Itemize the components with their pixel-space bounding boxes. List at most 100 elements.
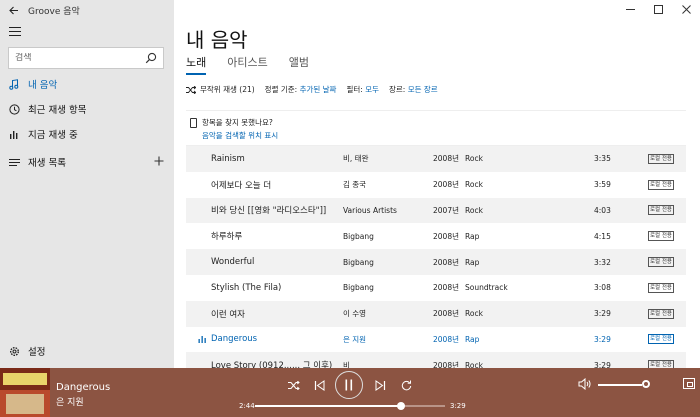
filter-dropdown[interactable]: 필터: 모두: [346, 84, 379, 95]
sidebar-item-recent[interactable]: 최근 재생 항목: [0, 97, 174, 121]
song-row[interactable]: 하루하루 Bigbang 2008년 Rap 4:15 로컬 전용: [186, 223, 686, 249]
mini-player-button[interactable]: [683, 378, 695, 389]
sidebar-item-now-playing[interactable]: 지금 재생 중: [0, 122, 174, 146]
song-artist: 이 수영: [343, 309, 367, 319]
repeat-icon: [401, 380, 411, 390]
song-artist: 비, 태완: [343, 154, 369, 164]
song-year: 2008년: [433, 283, 459, 293]
song-artist: 은 지원: [343, 334, 367, 344]
local-only-badge: 로컬 전용: [648, 231, 674, 242]
song-title: Stylish (The Fila): [211, 282, 282, 293]
sidebar-item-my-music[interactable]: 내 음악: [0, 72, 174, 96]
song-artist: Bigbang: [343, 283, 374, 293]
shuffle-icon: [288, 380, 300, 390]
shuffle-button[interactable]: [285, 377, 303, 393]
search-box[interactable]: [8, 47, 164, 69]
song-artist: Various Artists: [343, 205, 397, 215]
song-row[interactable]: Stylish (The Fila) Bigbang 2008년 Soundtrack…: [186, 275, 686, 301]
genre-label: 장르:: [389, 85, 406, 94]
filter-label: 필터:: [346, 85, 363, 94]
player-bar: Dangerous 은 지원 2:44 3:29: [0, 368, 700, 417]
notice-title: 항목을 찾지 못했나요?: [202, 118, 273, 127]
page-title: 내 음악: [186, 28, 248, 52]
sort-value: 추가된 날짜: [299, 85, 337, 94]
search-icon[interactable]: [145, 52, 157, 64]
sidebar-item-label: 최근 재생 항목: [28, 105, 87, 116]
song-row[interactable]: Rainism 비, 태완 2008년 Rock 3:35 로컬 전용: [186, 146, 686, 172]
settings-button[interactable]: 설정: [0, 340, 174, 362]
local-only-badge: 로컬 전용: [648, 308, 674, 319]
genre-dropdown[interactable]: 장르: 모든 장르: [389, 84, 438, 95]
maximize-button[interactable]: [644, 0, 672, 18]
music-note-icon: [0, 78, 28, 90]
album-art[interactable]: [0, 368, 50, 417]
song-artist: 김 종국: [343, 180, 367, 190]
list-icon: [0, 158, 28, 167]
sidebar-item-label: 내 음악: [28, 80, 58, 91]
choose-music-folders-link[interactable]: 음악을 검색할 위치 표시: [202, 130, 278, 141]
local-only-badge: 로컬 전용: [648, 257, 674, 268]
tab-artists[interactable]: 아티스트: [227, 54, 267, 73]
pause-button[interactable]: [335, 371, 363, 399]
song-duration: 4:15: [594, 231, 611, 241]
song-genre: Rap: [465, 231, 480, 241]
filter-bar: 무작위 재생 (21) 정렬 기준: 추가된 날짜 필터: 모두 장르: 모든 …: [186, 84, 448, 95]
song-year: 2008년: [433, 231, 459, 241]
hamburger-menu-button[interactable]: [9, 27, 21, 37]
song-title: 비와 당신 [[영화 "라디오스타"]]: [211, 206, 327, 217]
song-title: 하루하루: [211, 232, 243, 243]
sidebar-item-playlists[interactable]: 재생 목록: [0, 150, 174, 174]
song-duration: 4:03: [594, 205, 611, 215]
sort-dropdown[interactable]: 정렬 기준: 추가된 날짜: [265, 84, 337, 95]
close-icon: [681, 4, 691, 14]
song-duration: 3:29: [594, 334, 611, 344]
search-input[interactable]: [9, 53, 139, 63]
song-year: 2008년: [433, 309, 459, 319]
song-list: Rainism 비, 태완 2008년 Rock 3:35 로컬 전용어제보다 오늘 더 김…: [186, 146, 686, 379]
seek-bar-thumb[interactable]: [397, 402, 406, 410]
next-button[interactable]: [371, 377, 389, 393]
song-year: 2008년: [433, 334, 459, 344]
local-only-badge: 로컬 전용: [648, 334, 674, 345]
shuffle-all-button[interactable]: 무작위 재생 (21): [186, 84, 255, 95]
song-genre: Rock: [465, 205, 483, 215]
add-playlist-button[interactable]: [154, 154, 164, 170]
tab-bar: 노래 아티스트 앨범: [186, 54, 330, 75]
song-row[interactable]: 어제보다 오늘 더 김 종국 2008년 Rock 3:59 로컬 전용: [186, 172, 686, 198]
sort-label: 정렬 기준:: [264, 85, 298, 94]
local-only-badge: 로컬 전용: [648, 205, 674, 216]
song-duration: 3:35: [594, 154, 611, 164]
phone-icon: [190, 118, 197, 128]
gear-icon: [0, 346, 28, 357]
volume-slider[interactable]: [598, 384, 642, 386]
repeat-button[interactable]: [397, 377, 415, 393]
previous-button[interactable]: [310, 377, 328, 393]
song-genre: Rock: [465, 180, 483, 190]
tab-songs[interactable]: 노래: [186, 54, 207, 75]
back-button[interactable]: [0, 0, 28, 20]
song-duration: 3:08: [594, 283, 611, 293]
song-row[interactable]: 이런 여자 이 수영 2008년 Rock 3:29 로컬 전용: [186, 300, 686, 327]
close-button[interactable]: [672, 0, 700, 18]
minimize-button[interactable]: [616, 0, 644, 18]
tab-albums[interactable]: 앨범: [289, 54, 309, 73]
main-content: 내 음악 노래 아티스트 앨범 무작위 재생 (21) 정렬 기준: 추가된 날…: [174, 0, 700, 379]
seek-bar-fill: [255, 405, 402, 407]
song-title: 어제보다 오늘 더: [211, 180, 272, 191]
volume-slider-thumb[interactable]: [642, 380, 650, 388]
title-bar: Groove 음악: [0, 0, 174, 20]
song-title: Wonderful: [211, 257, 255, 268]
total-time: 3:29: [450, 402, 466, 410]
song-genre: Rap: [465, 334, 480, 344]
app-title: Groove 음악: [28, 6, 80, 17]
song-row[interactable]: Dangerous 은 지원 2008년 Rap 3:29 로컬 전용: [186, 327, 686, 353]
now-playing-artist[interactable]: 은 지원: [56, 395, 84, 408]
song-row[interactable]: 비와 당신 [[영화 "라디오스타"]] Various Artists 2007년…: [186, 197, 686, 224]
now-playing-title[interactable]: Dangerous: [56, 382, 110, 393]
song-row[interactable]: Wonderful Bigbang 2008년 Rap 3:32 로컬 전용: [186, 249, 686, 275]
volume-icon[interactable]: [578, 378, 592, 390]
local-only-badge: 로컬 전용: [648, 179, 674, 190]
seek-bar[interactable]: [255, 402, 445, 410]
genre-value: 모든 장르: [407, 85, 438, 94]
song-duration: 3:29: [594, 309, 611, 319]
